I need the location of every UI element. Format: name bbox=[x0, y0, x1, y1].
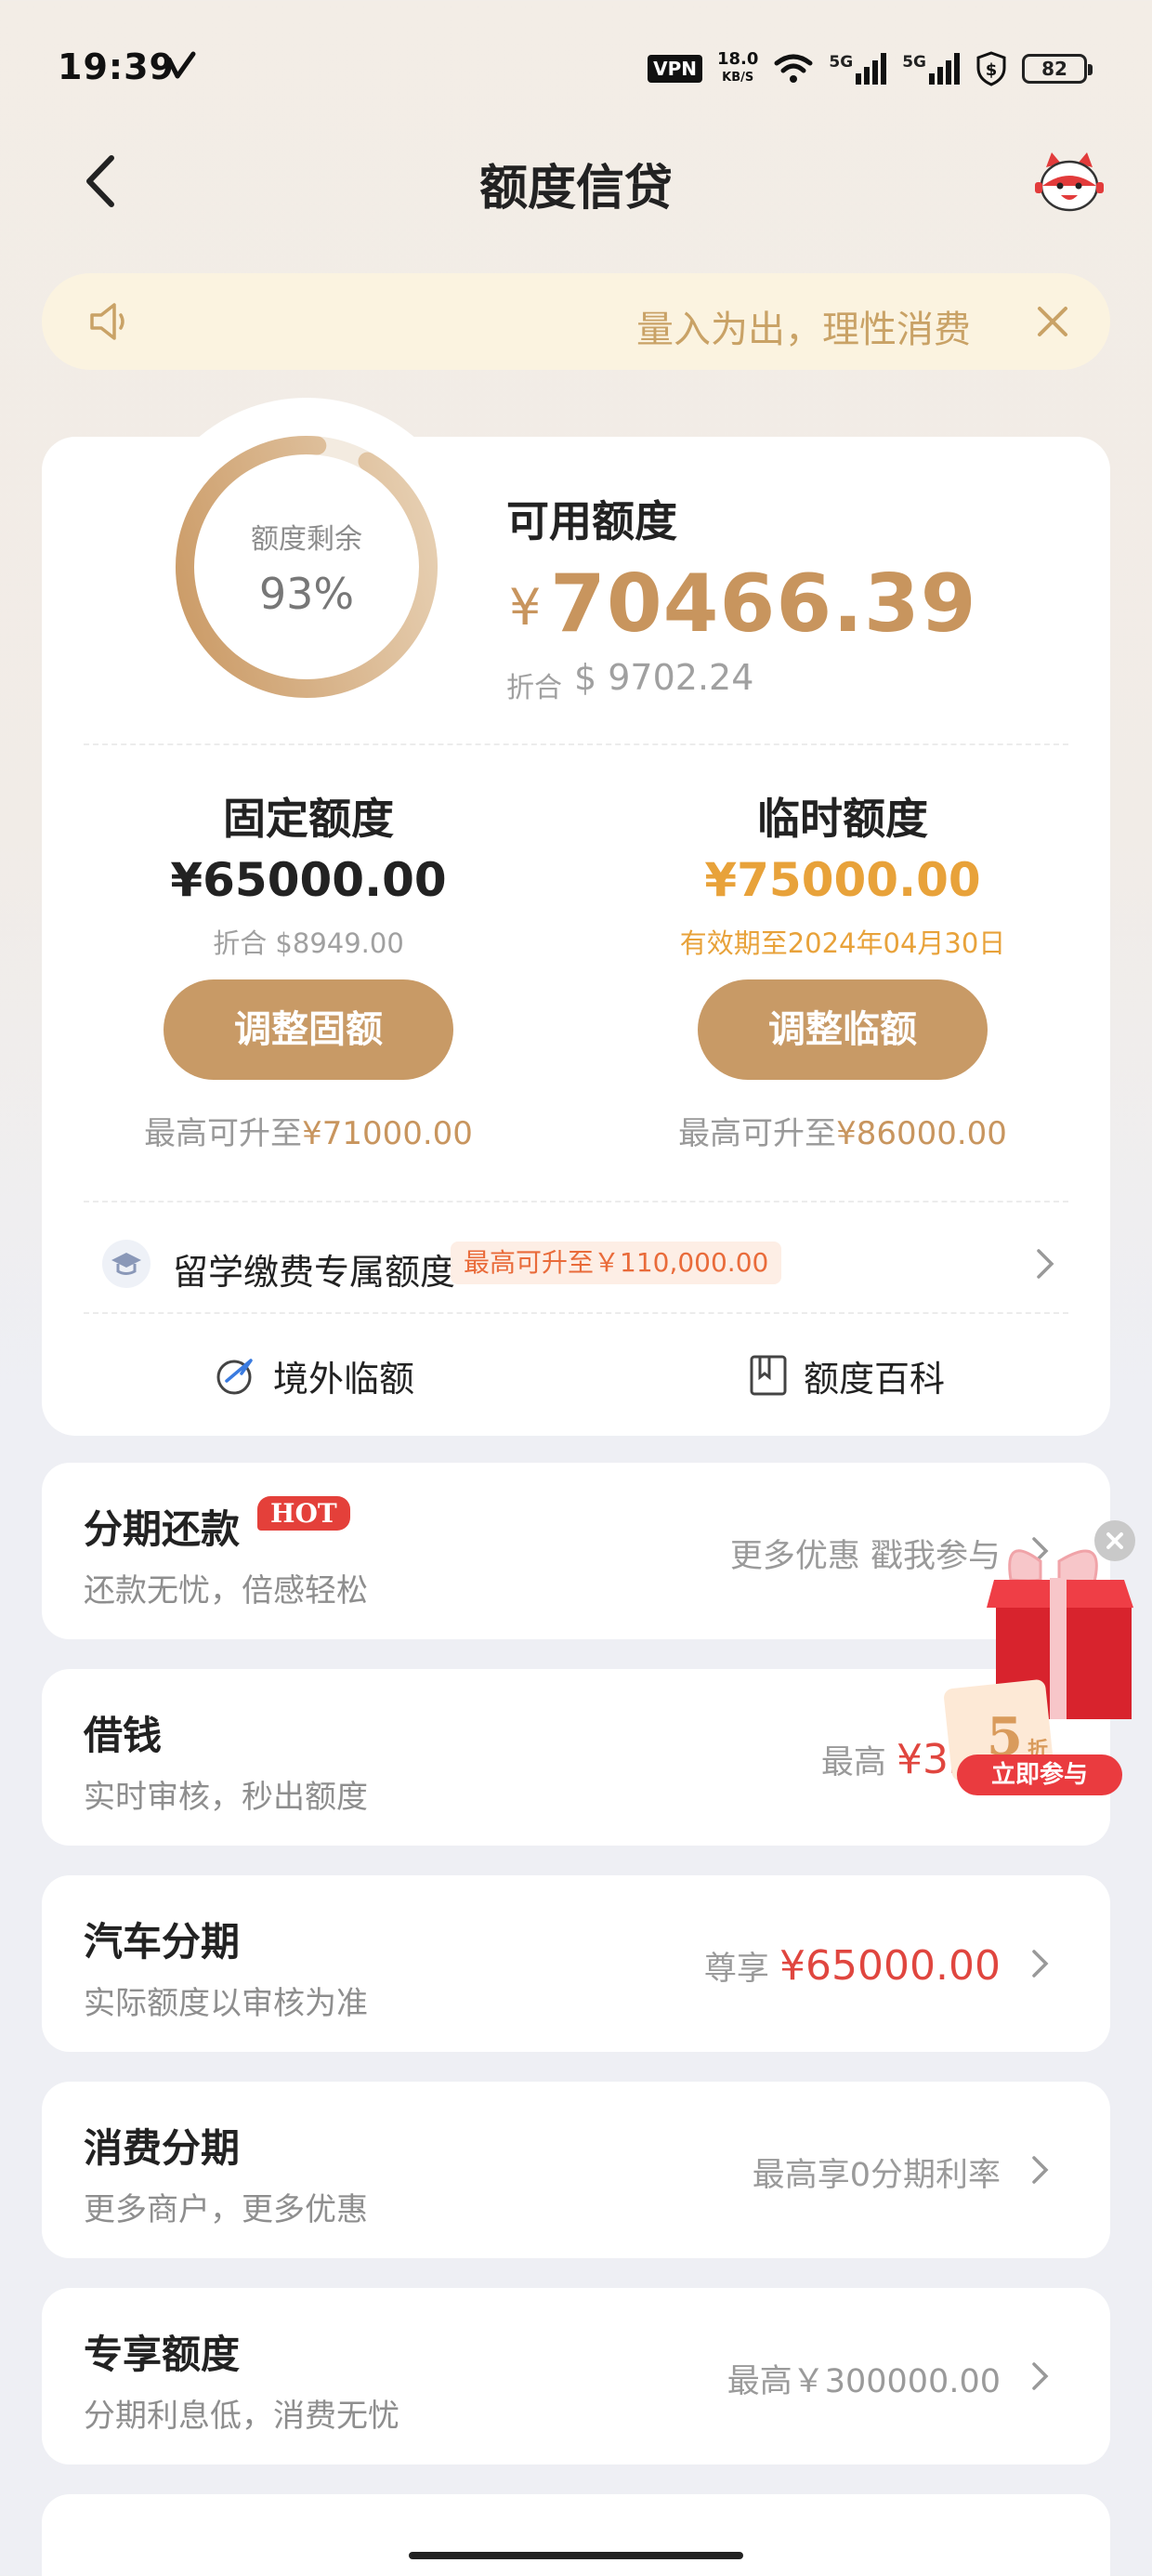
fixed-credit-converted: 折合 $8949.00 bbox=[213, 927, 404, 959]
temporary-credit-validity: 有效期至2024年04月30日 bbox=[679, 927, 1006, 959]
adjust-fixed-button[interactable]: 调整固额 bbox=[164, 979, 453, 1080]
fixed-credit-amount: ¥65000.00 bbox=[170, 853, 447, 907]
study-abroad-badge: 最高可升至￥110,000.00 bbox=[451, 1242, 782, 1284]
converted-amount: $ 9702.24 bbox=[574, 657, 754, 698]
close-icon[interactable] bbox=[1030, 299, 1075, 344]
chevron-right-icon bbox=[1032, 2156, 1049, 2184]
page-title: 额度信贷 bbox=[478, 161, 673, 217]
signal-5g-2: 5G bbox=[902, 53, 961, 85]
service-subtitle: 实际额度以审核为准 bbox=[84, 1985, 368, 2022]
fixed-max: 最高可升至¥71000.00 bbox=[95, 1108, 522, 1153]
chevron-right-icon bbox=[1032, 1950, 1049, 1978]
mascot-icon[interactable] bbox=[1033, 149, 1106, 216]
service-subtitle: 还款无忧，倍感轻松 bbox=[84, 1572, 368, 1610]
chevron-right-icon bbox=[1032, 2362, 1049, 2390]
converted-label: 折合 bbox=[506, 672, 562, 704]
service-card-consumer-installment[interactable]: 消费分期 更多商户，更多优惠 最高享0分期利率 bbox=[42, 2082, 1110, 2258]
service-card-partial[interactable] bbox=[42, 2494, 1110, 2576]
speaker-icon bbox=[90, 303, 124, 340]
book-icon bbox=[750, 1355, 787, 1396]
service-right-prefix: 最高￥300000.00 bbox=[727, 2363, 1001, 2400]
wifi-icon bbox=[774, 54, 813, 83]
promo-button-label[interactable]: 立即参与 bbox=[991, 1760, 1088, 1789]
temporary-credit-title: 临时额度 bbox=[757, 794, 928, 844]
service-card-car-loan[interactable]: 汽车分期 实际额度以审核为准 尊享 ¥65000.00 bbox=[42, 1875, 1110, 2052]
overseas-temp-label: 境外临额 bbox=[273, 1358, 415, 1400]
battery-icon: 82 bbox=[1022, 54, 1093, 84]
overseas-temp-link[interactable]: 境外临额 bbox=[214, 1347, 414, 1403]
close-icon[interactable] bbox=[1094, 1520, 1135, 1561]
temporary-max: 最高可升至¥86000.00 bbox=[629, 1108, 1056, 1153]
service-right-prefix: 最高享0分期利率 bbox=[752, 2157, 1001, 2194]
gift-box-icon[interactable]: 5 折 立即参与 bbox=[938, 1524, 1152, 1803]
temporary-credit-amount: ¥75000.00 bbox=[704, 853, 981, 907]
signal-5g-label: 5G bbox=[829, 53, 854, 72]
ring-progress bbox=[176, 436, 438, 699]
notice-bar: 量入为出，理性消费 bbox=[42, 273, 1110, 370]
globe-plane-icon bbox=[216, 1359, 253, 1395]
svg-text:$: $ bbox=[986, 60, 998, 80]
status-icons: VPN 18.0 KB/S 5G 5G $ 82 bbox=[648, 46, 1093, 91]
service-title: 分期还款 bbox=[84, 1506, 241, 1552]
credit-encyclopedia-link[interactable]: 额度百科 bbox=[748, 1347, 945, 1403]
service-title: 消费分期 bbox=[84, 2125, 241, 2171]
remaining-ring bbox=[176, 436, 438, 699]
ring-label: 额度剩余 bbox=[251, 523, 362, 556]
network-speed: 18.0 KB/S bbox=[717, 51, 758, 86]
service-right-value: ¥65000.00 bbox=[779, 1942, 1001, 1990]
fixed-credit-title: 固定额度 bbox=[223, 794, 394, 844]
service-right-prefix: 尊享 bbox=[703, 1951, 780, 1988]
credit-encyclopedia-label: 额度百科 bbox=[804, 1358, 946, 1400]
signal-5g-label: 5G bbox=[902, 53, 926, 72]
status-time: 19:39 bbox=[58, 46, 175, 87]
speed-unit: KB/S bbox=[722, 71, 754, 85]
shield-dollar-icon: $ bbox=[976, 51, 1006, 86]
study-abroad-label: 留学缴费专属额度 bbox=[173, 1252, 456, 1293]
graduation-cap-icon bbox=[102, 1240, 151, 1288]
home-indicator[interactable] bbox=[409, 2552, 743, 2559]
vpn-badge: VPN bbox=[648, 55, 702, 83]
service-title: 借钱 bbox=[84, 1713, 163, 1758]
adjust-temporary-button[interactable]: 调整临额 bbox=[698, 979, 988, 1080]
hot-badge: HOT bbox=[257, 1496, 350, 1531]
divider bbox=[84, 1312, 1068, 1314]
signal-icon bbox=[856, 53, 887, 85]
service-title: 汽车分期 bbox=[84, 1919, 241, 1965]
service-subtitle: 分期利息低，消费无忧 bbox=[84, 2398, 399, 2435]
service-subtitle: 实时审核，秒出额度 bbox=[84, 1779, 368, 1816]
service-right-text: 最高享0分期利率 bbox=[753, 2149, 1001, 2196]
signal-icon bbox=[929, 53, 960, 85]
fixed-max-value: ¥71000.00 bbox=[302, 1115, 473, 1152]
service-title: 专享额度 bbox=[84, 2332, 241, 2377]
divider bbox=[84, 743, 1068, 745]
status-bar: 19:39 VPN 18.0 KB/S 5G 5G $ 82 bbox=[0, 0, 1152, 139]
service-card-exclusive-credit[interactable]: 专享额度 分期利息低，消费无忧 最高￥300000.00 bbox=[42, 2288, 1110, 2464]
chevron-right-icon bbox=[1037, 1249, 1054, 1279]
service-subtitle: 更多商户，更多优惠 bbox=[84, 2191, 368, 2228]
speed-value: 18.0 bbox=[716, 49, 759, 69]
notice-text: 量入为出，理性消费 bbox=[636, 309, 971, 351]
fixed-max-prefix: 最高可升至 bbox=[144, 1115, 303, 1152]
available-amount: 70466.39 bbox=[550, 558, 977, 651]
study-abroad-row[interactable]: 留学缴费专属额度 最高可升至￥110,000.00 bbox=[102, 1236, 1059, 1293]
service-right-text: 最高￥300000.00 bbox=[727, 2355, 1001, 2402]
temporary-max-value: ¥86000.00 bbox=[836, 1115, 1007, 1152]
divider bbox=[84, 1201, 1068, 1203]
available-currency: ¥ bbox=[509, 578, 542, 637]
ring-percent: 93% bbox=[258, 569, 355, 619]
checkmark-icon bbox=[166, 51, 196, 79]
service-right-text: 尊享 ¥65000.00 bbox=[704, 1942, 1001, 1990]
signal-5g-1: 5G bbox=[829, 53, 887, 85]
available-label: 可用额度 bbox=[506, 496, 677, 546]
service-right-prefix: 最高 bbox=[820, 1744, 897, 1781]
temporary-max-prefix: 最高可升至 bbox=[678, 1115, 837, 1152]
